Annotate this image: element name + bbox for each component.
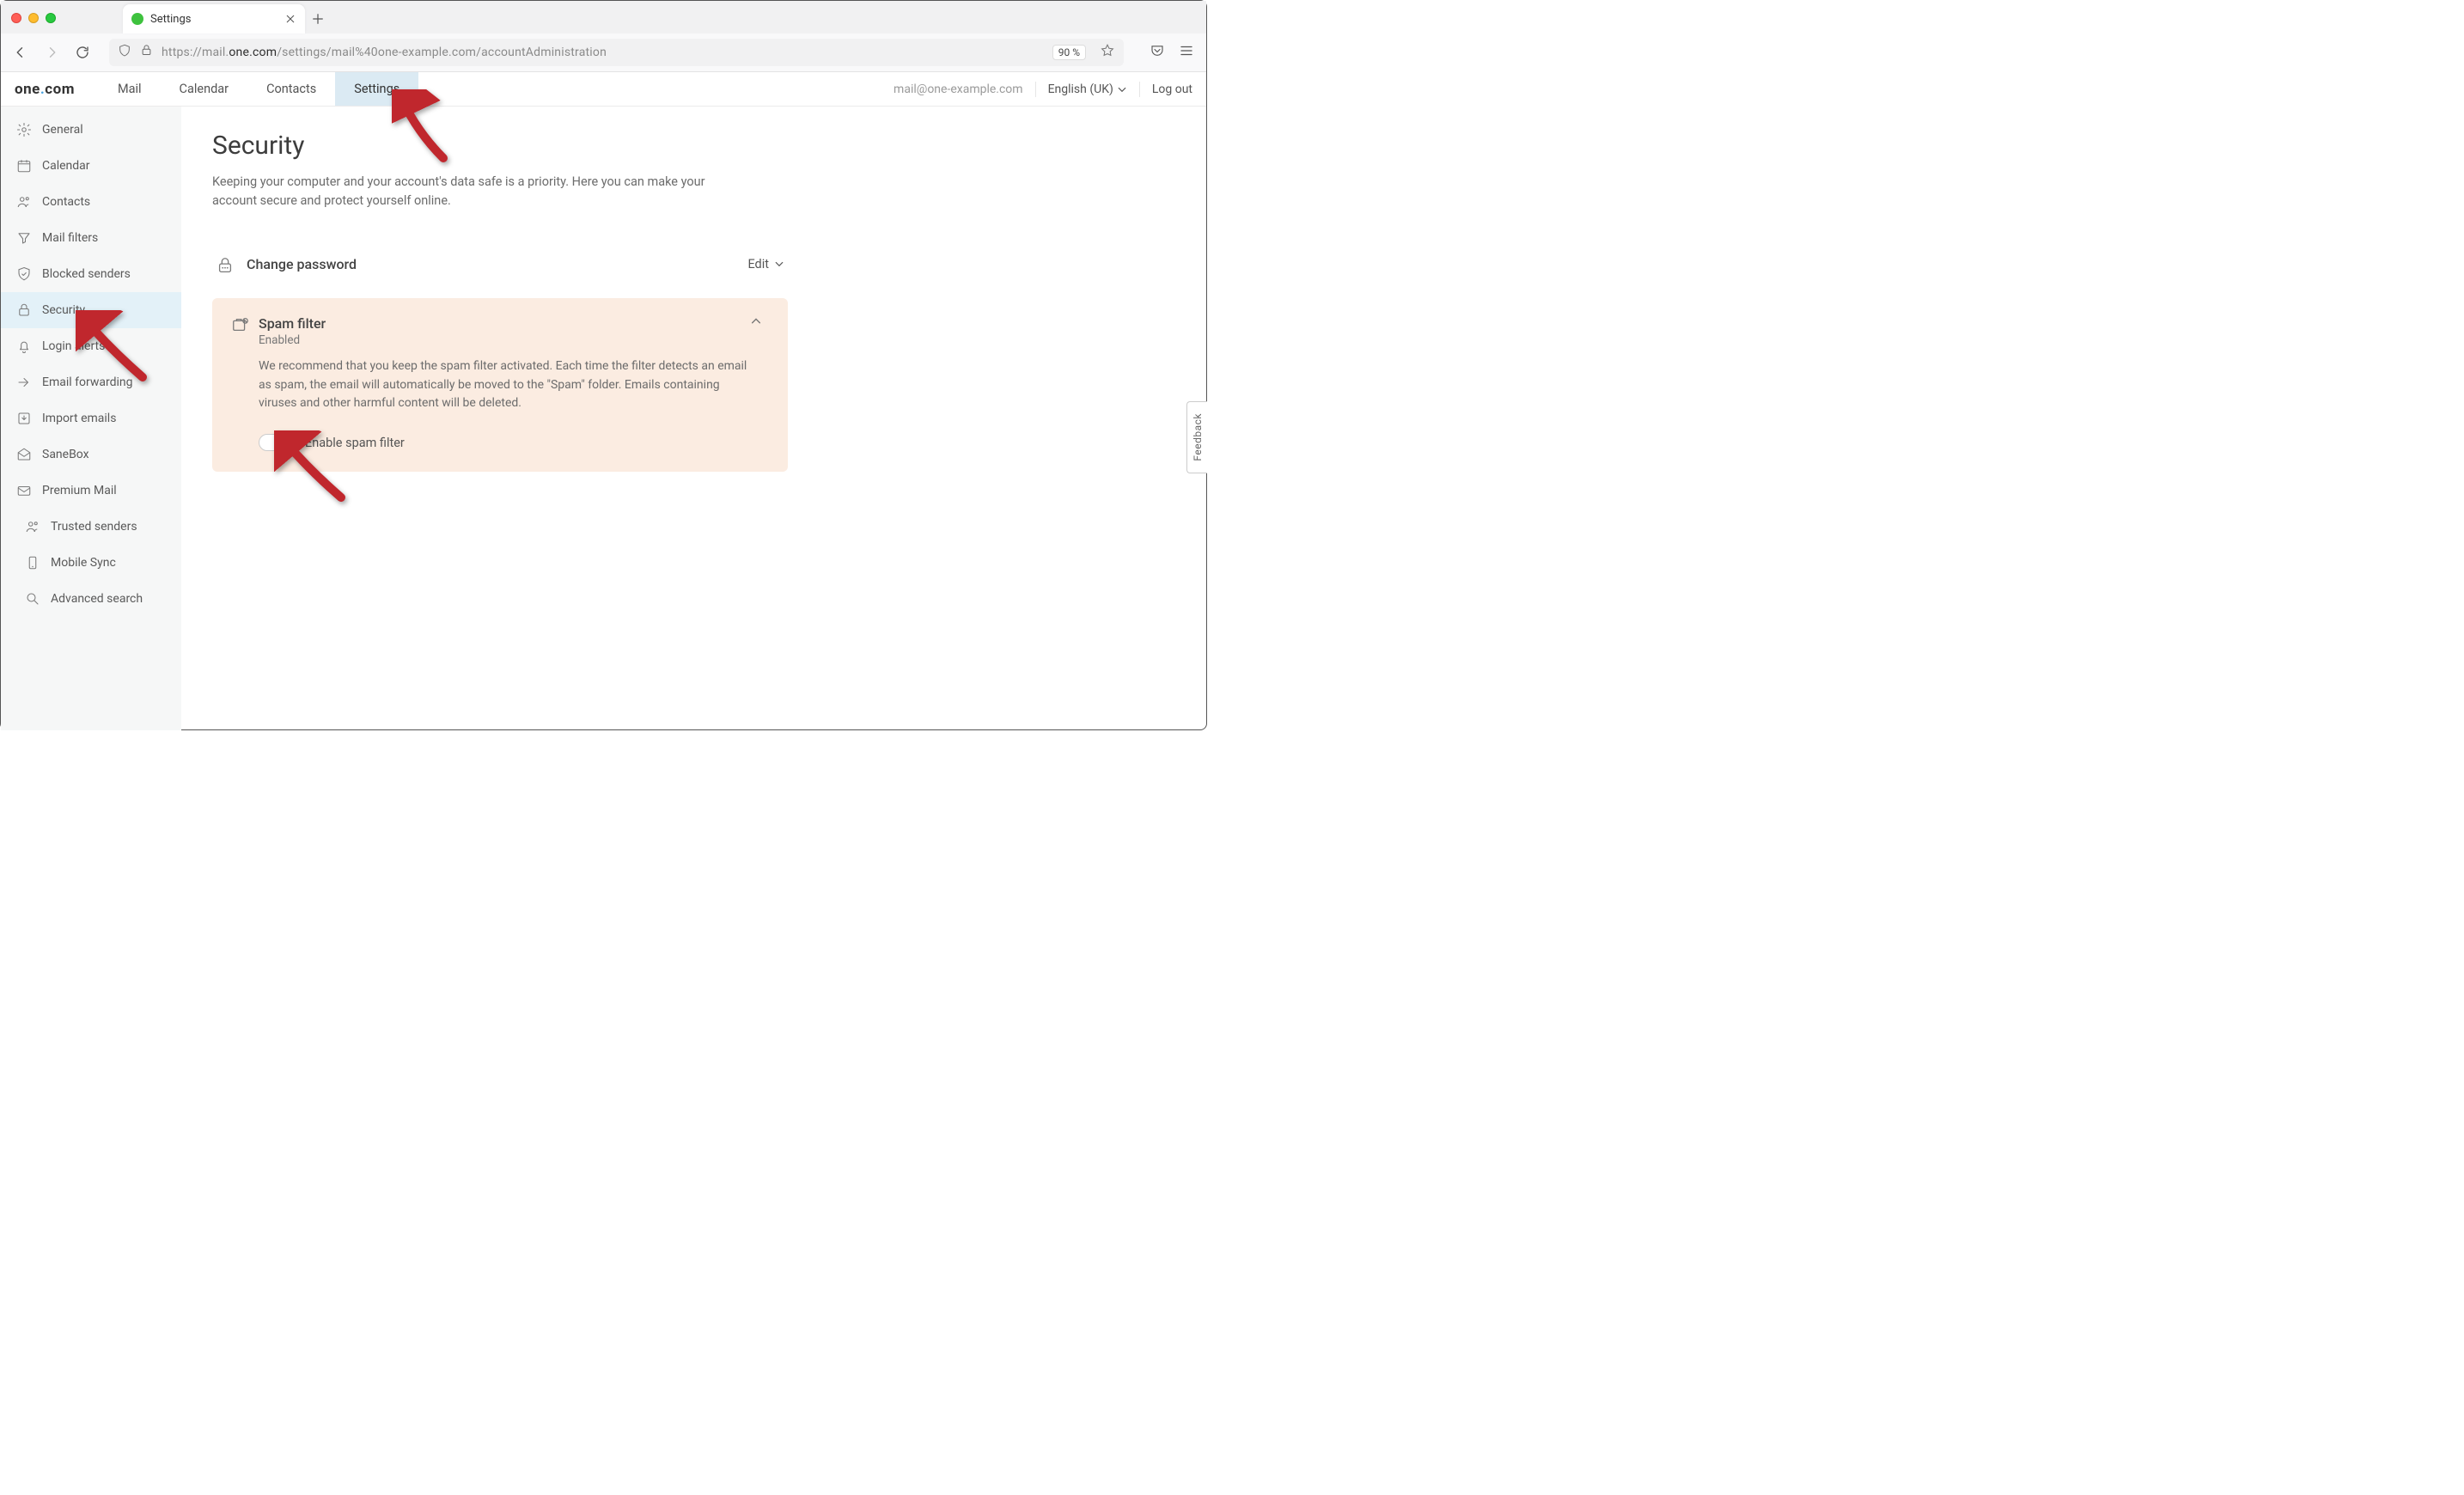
browser-toolbar: https://mail.one.com/settings/mail%40one… — [1, 34, 1206, 71]
page-title: Security — [212, 131, 1206, 161]
nav-mail[interactable]: Mail — [99, 72, 161, 106]
forward-icon — [16, 375, 32, 390]
sidebar-item-email-forwarding[interactable]: Email forwarding — [1, 364, 181, 400]
shield-icon — [16, 266, 32, 282]
separator — [1035, 82, 1036, 97]
sidebar-item-label: Email forwarding — [42, 375, 133, 389]
sidebar-item-import-emails[interactable]: Import emails — [1, 400, 181, 436]
sidebar-item-trusted-senders[interactable]: Trusted senders — [1, 509, 181, 545]
bookmark-star-icon[interactable] — [1100, 43, 1115, 62]
logo[interactable]: one.com — [15, 81, 75, 98]
url-text: https://mail.one.com/settings/mail%40one… — [162, 46, 1044, 59]
chevron-down-icon — [1117, 84, 1127, 95]
sidebar-item-contacts[interactable]: Contacts — [1, 184, 181, 220]
window-controls — [11, 13, 56, 23]
new-tab-button[interactable] — [305, 4, 331, 34]
sidebar-item-advanced-search[interactable]: Advanced search — [1, 581, 181, 617]
contacts-icon — [16, 194, 32, 210]
sidebar-item-label: Blocked senders — [42, 267, 131, 281]
sidebar-item-label: SaneBox — [42, 448, 89, 461]
browser-chrome: Settings https://m — [1, 1, 1206, 72]
separator — [1139, 82, 1140, 97]
zoom-indicator[interactable]: 90 % — [1052, 45, 1086, 60]
reload-button[interactable] — [75, 45, 90, 60]
sidebar-item-blocked-senders[interactable]: Blocked senders — [1, 256, 181, 292]
calendar-icon — [16, 158, 32, 174]
hamburger-menu-icon[interactable] — [1179, 43, 1194, 62]
language-selector[interactable]: English (UK) — [1048, 82, 1127, 96]
lock-icon — [16, 302, 32, 318]
sidebar-item-sanebox[interactable]: SaneBox — [1, 436, 181, 473]
close-window-button[interactable] — [11, 13, 21, 23]
nav-calendar[interactable]: Calendar — [161, 72, 248, 106]
top-navigation: Mail Calendar Contacts Settings — [99, 72, 418, 106]
lock-icon — [140, 44, 153, 61]
sidebar-item-label: Trusted senders — [51, 520, 137, 534]
tab-title: Settings — [150, 13, 278, 26]
back-button[interactable] — [13, 45, 28, 60]
spam-filter-panel: Spam filter Enabled We recommend that yo… — [212, 298, 788, 472]
page-description: Keeping your computer and your account's… — [212, 173, 728, 211]
mailopen-icon — [16, 447, 32, 462]
content-area: Security Keeping your computer and your … — [181, 107, 1206, 730]
nav-settings[interactable]: Settings — [335, 72, 418, 106]
sidebar-item-premium-mail[interactable]: Premium Mail — [1, 473, 181, 509]
spam-filter-toggle[interactable] — [259, 434, 293, 451]
titlebar: Settings — [1, 1, 1206, 34]
sidebar-item-label: Mobile Sync — [51, 556, 116, 570]
premium-icon — [16, 483, 32, 498]
sidebar-item-mobile-sync[interactable]: Mobile Sync — [1, 545, 181, 581]
sidebar-item-label: Mail filters — [42, 231, 98, 245]
sidebar-item-login-alerts[interactable]: Login alerts — [1, 328, 181, 364]
bell-icon — [16, 339, 32, 354]
spam-filter-description: We recommend that you keep the spam filt… — [259, 357, 757, 413]
minimize-window-button[interactable] — [28, 13, 39, 23]
contacts-icon — [25, 519, 40, 534]
address-bar[interactable]: https://mail.one.com/settings/mail%40one… — [109, 39, 1124, 66]
sidebar-item-label: Import emails — [42, 412, 116, 425]
spam-filter-title: Spam filter — [259, 315, 326, 332]
sidebar-item-label: Advanced search — [51, 592, 143, 606]
sidebar-item-security[interactable]: Security — [1, 292, 181, 328]
app-body: General Calendar Contacts Mail filters Block… — [1, 107, 1206, 730]
maximize-window-button[interactable] — [46, 13, 56, 23]
sidebar-item-calendar[interactable]: Calendar — [1, 148, 181, 184]
tab-close-icon[interactable] — [284, 13, 296, 25]
sidebar-item-label: Premium Mail — [42, 484, 117, 497]
spam-toggle-label: Enable spam filter — [305, 436, 405, 450]
sidebar-item-label: Calendar — [42, 159, 90, 173]
nav-contacts[interactable]: Contacts — [247, 72, 335, 106]
sidebar-item-mail-filters[interactable]: Mail filters — [1, 220, 181, 256]
feedback-tab[interactable]: Feedback — [1186, 401, 1207, 473]
import-icon — [16, 411, 32, 426]
edit-button[interactable]: Edit — [747, 257, 784, 272]
sidebar-item-label: Security — [42, 303, 85, 317]
spam-filter-status: Enabled — [259, 333, 326, 347]
account-email[interactable]: mail@one-example.com — [894, 82, 1023, 96]
forward-button[interactable] — [44, 45, 59, 60]
app-header: one.com Mail Calendar Contacts Settings … — [1, 72, 1206, 107]
spam-icon — [231, 315, 247, 331]
change-password-label: Change password — [247, 256, 357, 272]
sidebar-item-label: General — [42, 123, 83, 137]
search-icon — [25, 591, 40, 607]
collapse-button[interactable] — [750, 315, 762, 331]
tab-favicon — [131, 13, 143, 25]
phone-icon — [25, 555, 40, 571]
change-password-row[interactable]: Change password Edit — [212, 249, 788, 279]
logout-link[interactable]: Log out — [1152, 82, 1192, 96]
chevron-down-icon — [774, 259, 784, 269]
browser-tab[interactable]: Settings — [123, 4, 305, 34]
settings-sidebar: General Calendar Contacts Mail filters Block… — [1, 107, 181, 730]
sidebar-item-general[interactable]: General — [1, 112, 181, 148]
pocket-icon[interactable] — [1150, 43, 1165, 62]
gear-icon — [16, 122, 32, 137]
sidebar-item-label: Login alerts — [42, 339, 105, 353]
sidebar-item-label: Contacts — [42, 195, 90, 209]
shield-icon — [118, 44, 131, 61]
filter-icon — [16, 230, 32, 246]
chevron-up-icon — [750, 315, 762, 327]
password-icon — [216, 256, 231, 272]
